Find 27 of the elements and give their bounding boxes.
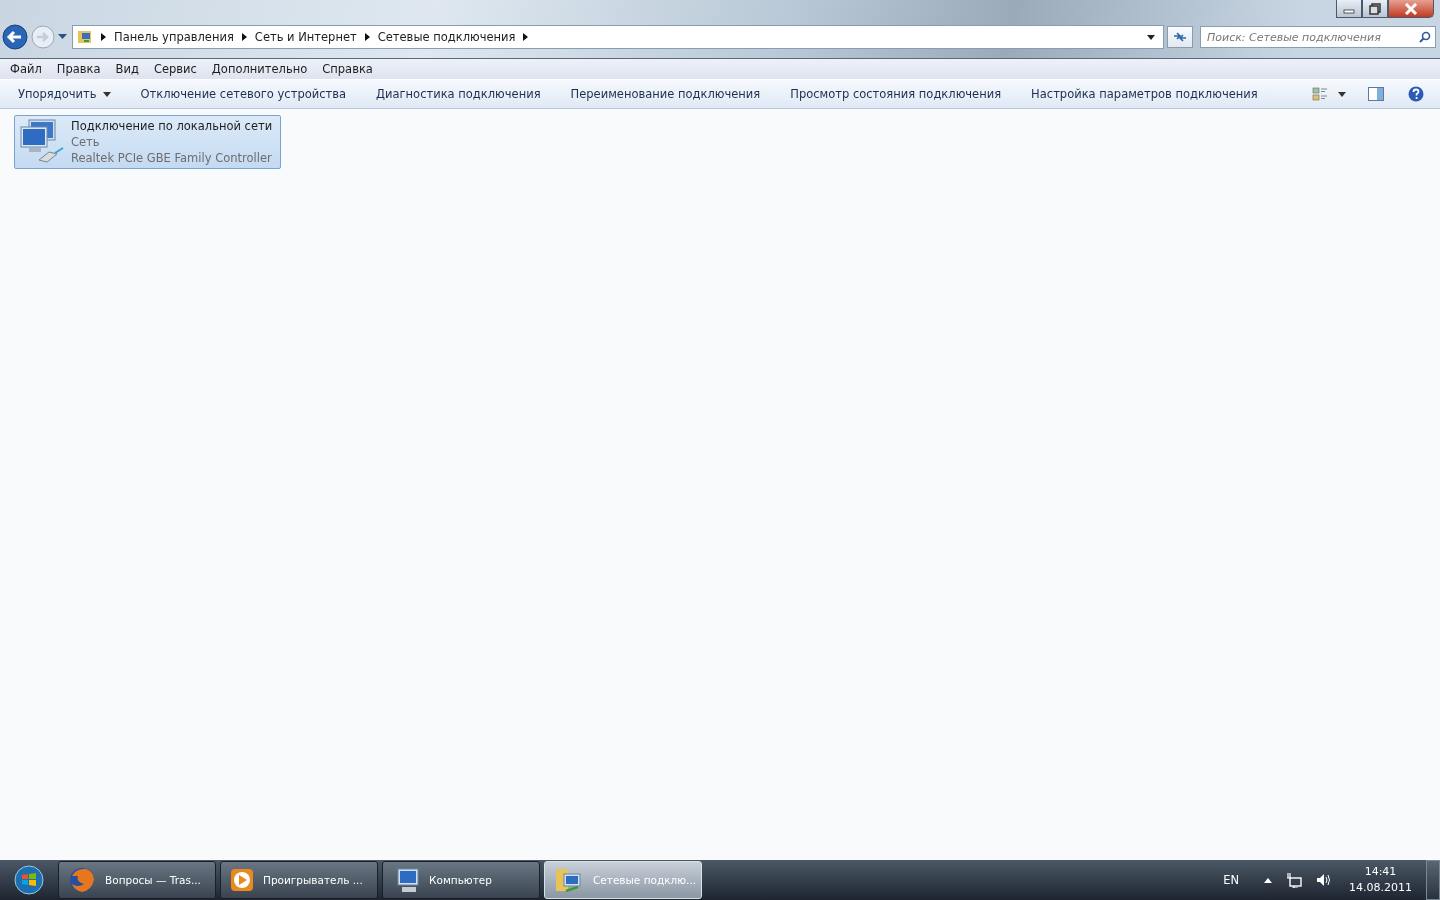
menu-item[interactable]: Файл: [10, 62, 42, 76]
taskbar-button[interactable]: Компьютер: [382, 861, 540, 899]
address-bar[interactable]: Панель управления Сеть и Интернет Сетевые подключения: [72, 25, 1164, 49]
search-field[interactable]: Поиск: Сетевые подключения: [1200, 26, 1436, 48]
connection-network: Сеть: [71, 134, 101, 150]
connection-item[interactable]: Подключение по локальной сети Сеть Realtek PCIe GBE Family Controller: [14, 115, 282, 169]
toolbar-command[interactable]: Настройка параметров подключения: [1021, 83, 1268, 105]
breadcrumb-item[interactable]: Панель управления: [114, 30, 234, 44]
taskbar-button[interactable]: Проигрыватель ...: [220, 861, 378, 899]
breadcrumb-item[interactable]: Сеть и Интернет: [254, 30, 357, 44]
organize-button[interactable]: Упорядочить: [8, 83, 121, 105]
toolbar-command[interactable]: Диагностика подключения: [366, 83, 551, 105]
toolbar-command[interactable]: Переименование подключения: [560, 83, 771, 105]
menu-item[interactable]: Вид: [115, 62, 139, 76]
menu-item[interactable]: Дополнительно: [211, 62, 308, 76]
connection-name: Подключение по локальной сети: [71, 118, 273, 134]
language-indicator[interactable]: EN: [1223, 873, 1239, 887]
taskbar-button[interactable]: Вопросы — Tras...: [58, 861, 216, 899]
breadcrumb-item[interactable]: Сетевые подключения: [377, 30, 516, 44]
clock-date: 14.08.2011: [1349, 880, 1412, 896]
toolbar-command[interactable]: Отключение сетевого устройства: [130, 83, 357, 105]
clock-time: 14:41: [1364, 864, 1397, 880]
toolbar-command[interactable]: Просмотр состояния подключения: [780, 83, 1012, 105]
menu-item[interactable]: Сервис: [153, 62, 197, 76]
menu-item[interactable]: Правка: [56, 62, 101, 76]
menu-item[interactable]: Справка: [322, 62, 373, 76]
connection-adapter: Realtek PCIe GBE Family Controller: [71, 150, 273, 166]
